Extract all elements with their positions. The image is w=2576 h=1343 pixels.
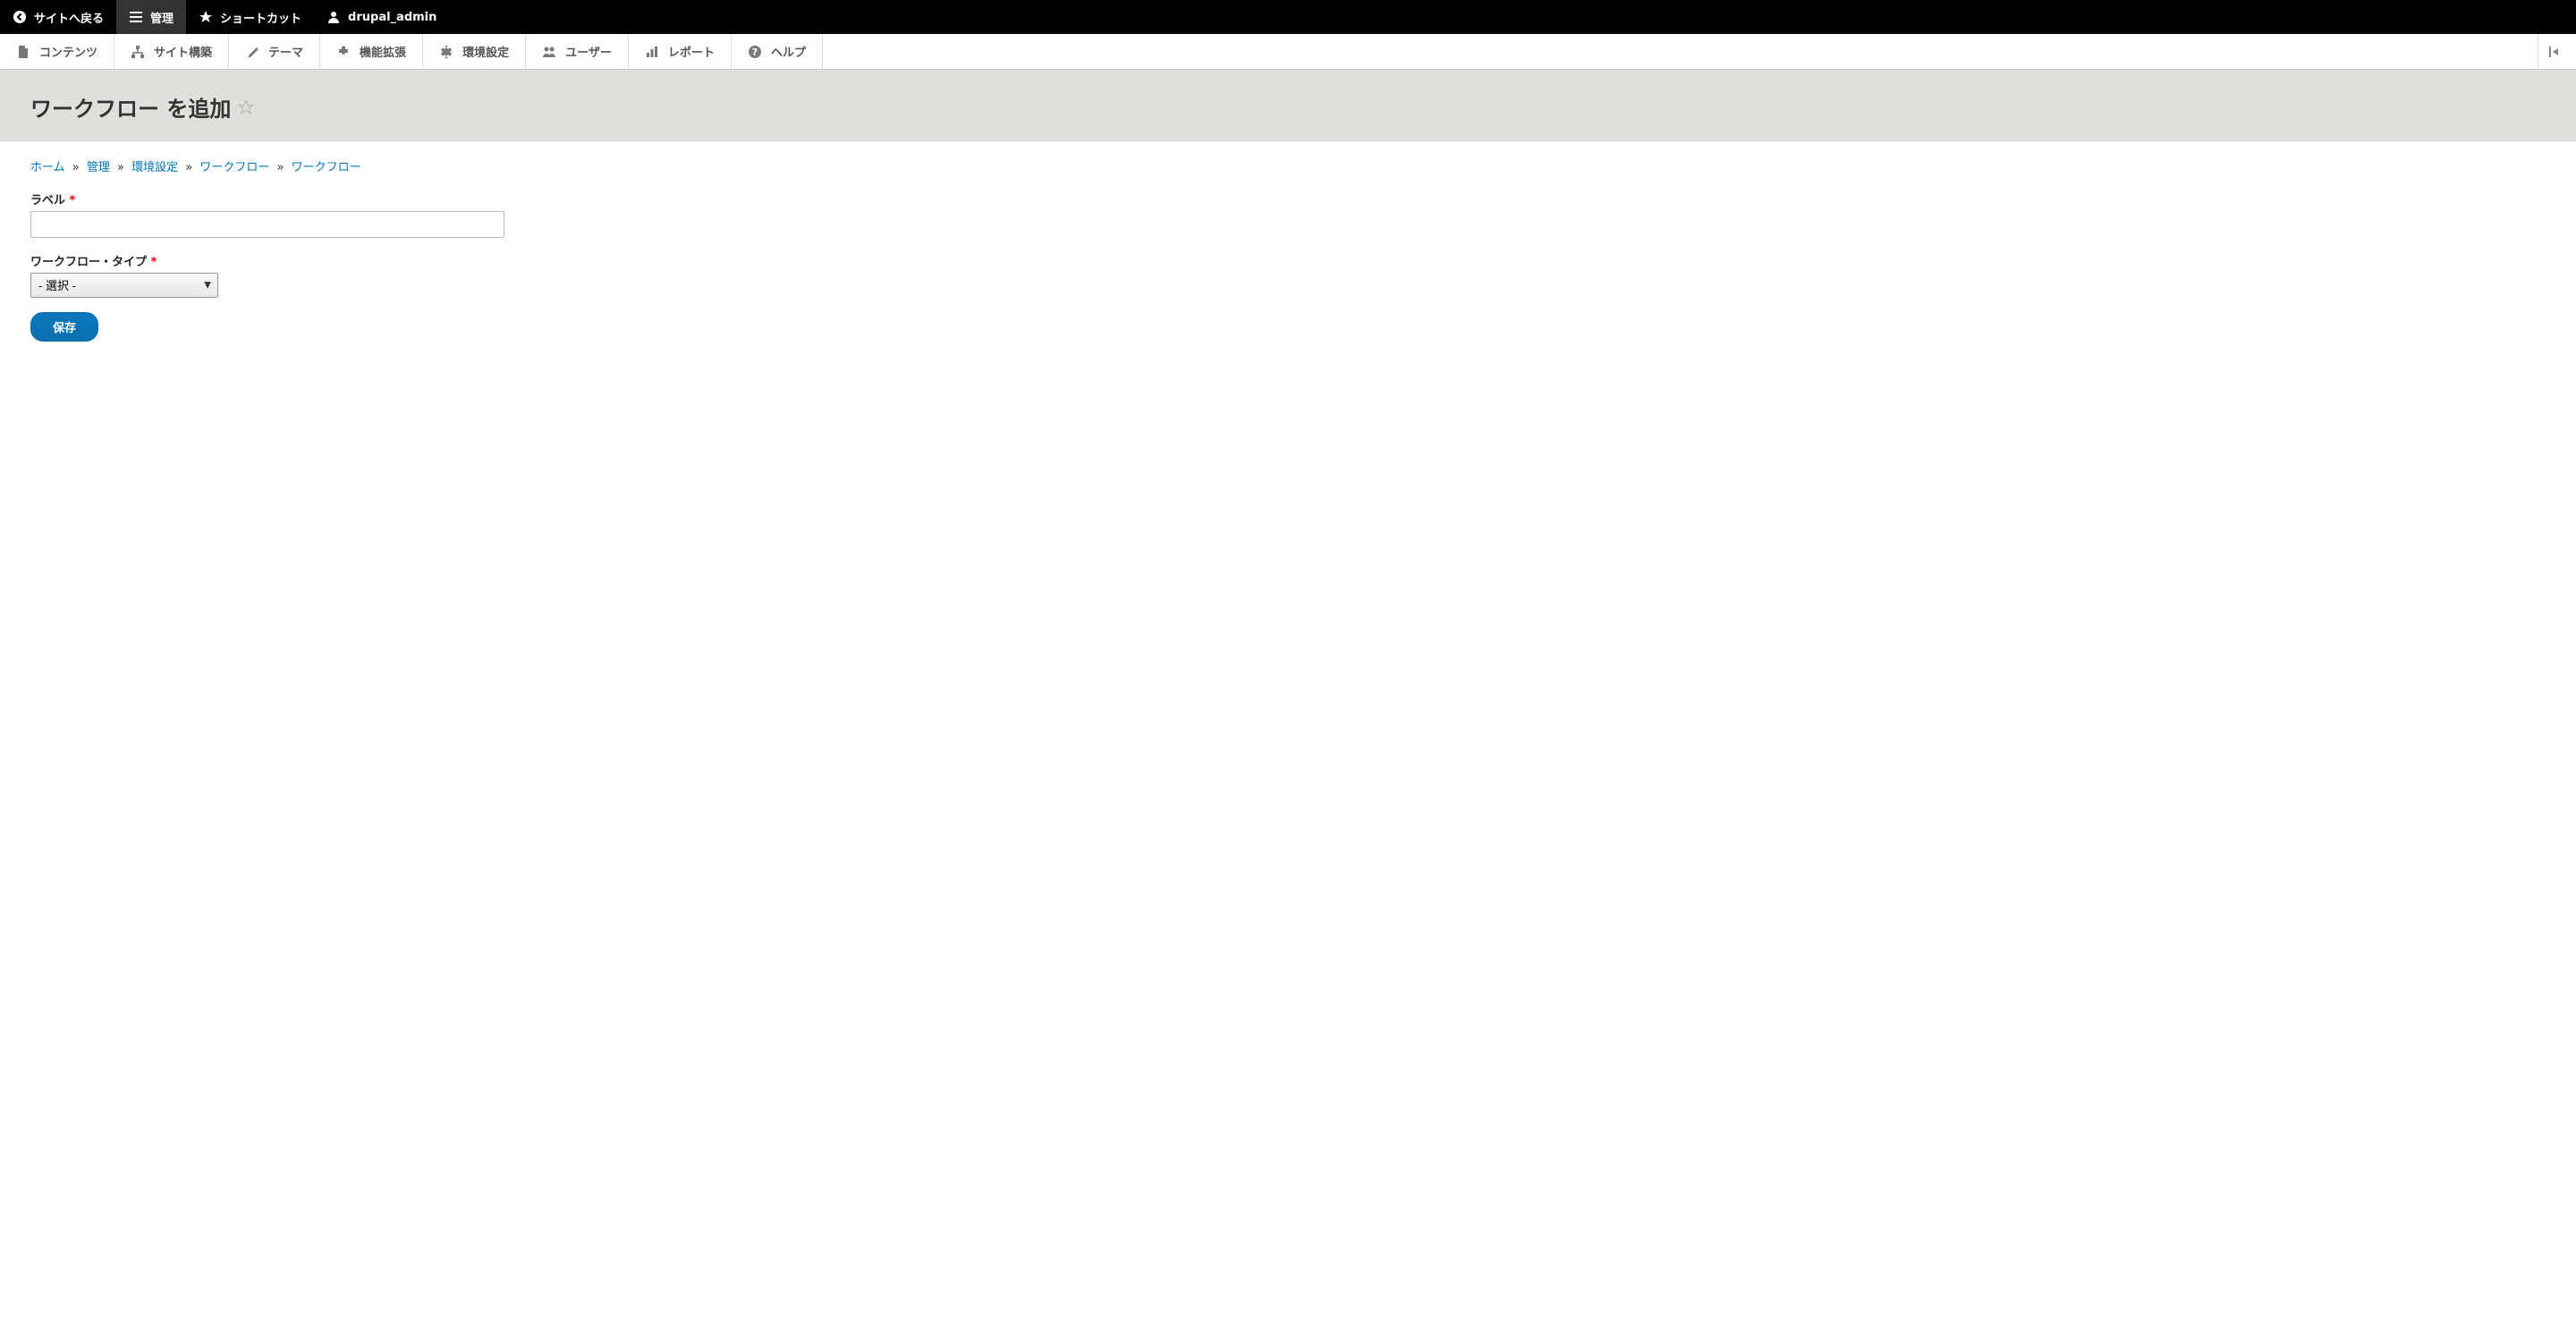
label-input[interactable] [30,211,504,238]
label-field-label: ラベル * [30,190,2546,207]
collapse-icon [2549,45,2565,59]
user-menu[interactable]: drupal_admin [314,0,449,34]
required-mark: * [70,194,76,207]
admin-menu-help[interactable]: ? ヘルプ [732,34,823,69]
user-label: drupal_admin [348,11,436,24]
configuration-icon [439,45,453,59]
breadcrumb-sep: » [185,161,192,174]
people-icon [542,45,556,59]
breadcrumb-workflow[interactable]: ワークフロー [199,161,269,174]
admin-menu-help-label: ヘルプ [771,43,806,60]
admin-menu: コンテンツ サイト構築 テーマ 機能拡張 環境設定 ユーザー レポート [0,34,2576,70]
hamburger-icon [129,10,143,24]
admin-menu-content-label: コンテンツ [39,43,97,60]
back-to-site-label: サイトへ戻る [34,9,104,26]
form-actions: 保存 [30,312,2546,342]
form-item-type: ワークフロー・タイプ * - 選択 - ▼ [30,252,2546,298]
breadcrumb-workflows[interactable]: ワークフロー [292,161,361,174]
breadcrumb-sep: » [117,161,124,174]
required-mark: * [151,256,157,269]
admin-menu-structure-label: サイト構築 [154,43,212,60]
admin-menu-spacer [823,34,2538,69]
back-arrow-icon [13,10,27,24]
shortcuts-link[interactable]: ショートカット [186,0,314,34]
page-title-region: ワークフロー を追加 [0,70,2576,141]
admin-menu-collapse[interactable] [2538,34,2576,69]
admin-menu-appearance[interactable]: テーマ [229,34,320,69]
admin-menu-people[interactable]: ユーザー [526,34,629,69]
shortcuts-label: ショートカット [220,9,301,26]
appearance-icon [245,45,259,59]
admin-menu-configuration-label: 環境設定 [462,43,509,60]
reports-icon [645,45,659,59]
breadcrumb: ホーム » 管理 » 環境設定 » ワークフロー » ワークフロー [30,157,2546,174]
toolbar-top: サイトへ戻る 管理 ショートカット drupal_admin [0,0,2576,34]
structure-icon [131,45,145,59]
breadcrumb-sep: » [72,161,80,174]
admin-menu-people-label: ユーザー [565,43,612,60]
breadcrumb-sep: » [277,161,284,174]
favorite-star-icon[interactable] [238,99,254,115]
content-icon [16,45,30,59]
svg-text:?: ? [752,46,758,58]
content: ホーム » 管理 » 環境設定 » ワークフロー » ワークフロー ラベル * … [0,141,2576,372]
user-icon [326,10,341,24]
breadcrumb-config[interactable]: 環境設定 [131,161,178,174]
save-button[interactable]: 保存 [30,312,98,342]
page-title: ワークフロー を追加 [30,91,2546,122]
type-field-label-text: ワークフロー・タイプ [30,256,147,269]
form-item-label: ラベル * [30,190,2546,238]
admin-menu-appearance-label: テーマ [268,43,303,60]
breadcrumb-admin[interactable]: 管理 [87,161,110,174]
star-icon [199,10,213,24]
manage-label: 管理 [150,9,174,26]
type-select-wrapper: - 選択 - ▼ [30,273,218,298]
type-field-label: ワークフロー・タイプ * [30,252,2546,269]
label-field-label-text: ラベル [30,194,65,207]
help-icon: ? [748,45,762,59]
back-to-site-link[interactable]: サイトへ戻る [0,0,116,34]
admin-menu-reports[interactable]: レポート [629,34,732,69]
manage-toggle[interactable]: 管理 [116,0,186,34]
admin-menu-extend[interactable]: 機能拡張 [320,34,423,69]
type-select[interactable]: - 選択 - [30,273,218,298]
extend-icon [336,45,351,59]
breadcrumb-home[interactable]: ホーム [30,161,65,174]
admin-menu-content[interactable]: コンテンツ [0,34,114,69]
admin-menu-structure[interactable]: サイト構築 [114,34,229,69]
admin-menu-configuration[interactable]: 環境設定 [423,34,526,69]
page-title-text: ワークフロー を追加 [30,91,231,122]
admin-menu-reports-label: レポート [668,43,715,60]
admin-menu-extend-label: 機能拡張 [360,43,406,60]
